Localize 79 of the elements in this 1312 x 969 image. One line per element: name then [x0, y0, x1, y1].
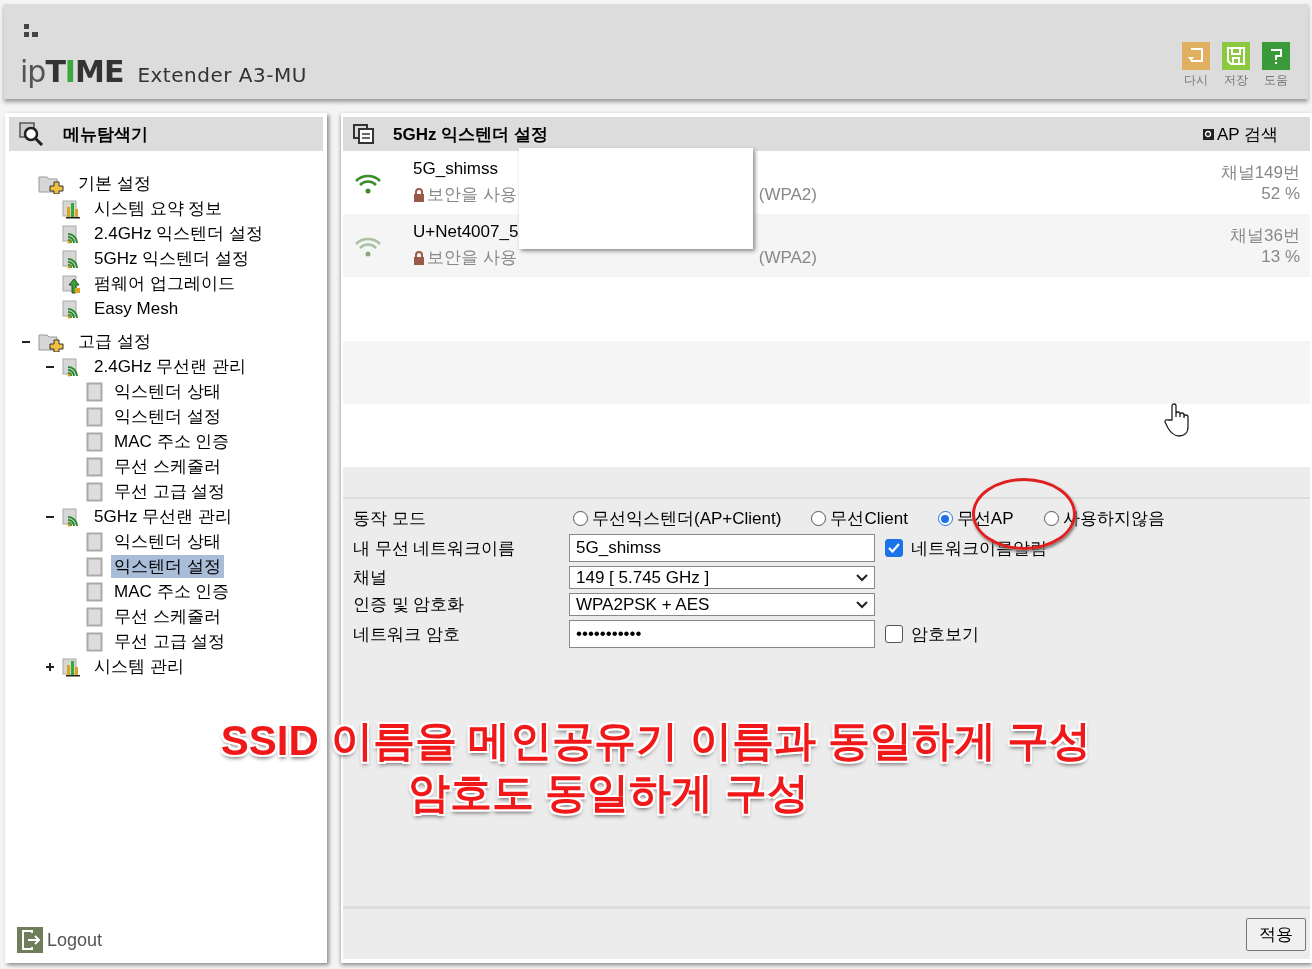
menu-item[interactable]: 고급 설정 — [75, 330, 154, 353]
password-field[interactable]: ••••••••••• — [569, 620, 875, 648]
radio-button[interactable] — [937, 511, 953, 526]
brand-logo: ipTIME — [20, 54, 124, 89]
menu-item[interactable]: MAC 주소 인증 — [111, 580, 233, 603]
page-icon — [86, 581, 104, 602]
page-icon — [86, 481, 104, 502]
help-icon — [1262, 42, 1290, 70]
field-label: 인증 및 암호화 — [353, 594, 466, 616]
page-icon — [86, 431, 104, 452]
lock-icon — [413, 250, 425, 265]
page-icon — [86, 556, 104, 577]
menu-item[interactable]: 익스텐더 설정 — [111, 555, 224, 578]
panel-title: 5GHz 익스텐더 설정 — [393, 123, 548, 146]
network-name: U+Net4007_5 — [413, 222, 520, 243]
menu-item[interactable]: 2.4GHz 무선랜 관리 — [91, 355, 250, 378]
page-icon — [86, 456, 104, 477]
field-label: 채널 — [353, 567, 388, 589]
ssid-field[interactable]: 5G_shimss — [569, 534, 875, 562]
apply-button[interactable]: 적용 — [1246, 917, 1306, 951]
signal-percent: 13 % — [1261, 247, 1300, 268]
search-icon — [19, 122, 45, 146]
radio-button[interactable] — [573, 511, 588, 526]
lock-icon — [413, 187, 425, 202]
menu-item[interactable]: 펌웨어 업그레이드 — [91, 272, 238, 295]
radio-label[interactable]: 무선Client — [830, 507, 908, 530]
window-stack-icon — [353, 124, 375, 144]
channel-text: 채널36번 — [1230, 225, 1300, 248]
menu-item[interactable]: 5GHz 무선랜 관리 — [91, 505, 235, 528]
ap-search-link[interactable]: AP 검색 — [1216, 122, 1278, 146]
page-icon — [86, 631, 104, 652]
signal-percent: 52 % — [1261, 184, 1300, 205]
field-label: 내 무선 네트워크이름 — [353, 537, 517, 560]
logo-mark-icon — [24, 24, 40, 38]
model-name: Extender A3-MU — [137, 63, 307, 87]
menu-item[interactable]: 5GHz 익스텐더 설정 — [91, 247, 252, 270]
field-label: 동작 모드 — [353, 508, 427, 530]
menu-item[interactable]: 익스텐더 상태 — [111, 530, 224, 553]
chevron-down-icon — [856, 600, 868, 609]
field-label: 네트워크 암호 — [353, 623, 461, 646]
annotation-text: 암호도 동일하게 구성 — [407, 768, 810, 818]
logout-icon[interactable] — [17, 927, 43, 953]
hand-cursor-icon — [1164, 402, 1190, 438]
menu-item[interactable]: 익스텐더 설정 — [111, 405, 224, 428]
menu-item[interactable]: 2.4GHz 익스텐더 설정 — [91, 222, 267, 245]
security-text: 보안을 사용 — [427, 247, 517, 270]
page-icon — [86, 406, 104, 427]
menu-item[interactable]: MAC 주소 인증 — [111, 430, 233, 453]
security-text: 보안을 사용 — [427, 184, 517, 207]
menu-item[interactable]: 무선 스케줄러 — [111, 455, 224, 478]
checkbox[interactable] — [885, 625, 903, 643]
menu-item[interactable]: 시스템 요약 정보 — [91, 197, 226, 220]
security-dropdown[interactable]: WPA2PSK + AES — [569, 593, 875, 616]
menu-item[interactable]: 무선 고급 설정 — [111, 480, 229, 503]
network-name: 5G_shimss — [413, 159, 500, 180]
menu-item[interactable]: 시스템 관리 — [91, 655, 187, 678]
logout-link[interactable]: Logout — [47, 929, 103, 951]
menu-item[interactable]: 기본 설정 — [75, 172, 154, 195]
menu-item[interactable]: 무선 고급 설정 — [111, 630, 229, 653]
page-icon — [86, 381, 104, 402]
annotation-text: SSID 이름을 메인공유기 이름과 동일하게 구성 — [220, 716, 1092, 766]
search-icon — [1202, 128, 1214, 140]
chevron-down-icon — [856, 573, 868, 582]
menu-item[interactable]: 무선 스케줄러 — [111, 605, 224, 628]
menu-item[interactable]: Easy Mesh — [91, 298, 182, 319]
security-text: (WPA2) — [758, 247, 817, 268]
page-icon — [86, 606, 104, 627]
channel-dropdown[interactable]: 149 [ 5.745 GHz ] — [569, 566, 875, 589]
network-row[interactable]: 5G_shimss 보안을 사용 (WPA2) 채널149번 52 % — [343, 151, 1310, 215]
checkbox[interactable] — [885, 539, 903, 557]
channel-text: 채널149번 — [1220, 162, 1300, 185]
menu-item[interactable]: 익스텐더 상태 — [111, 380, 224, 403]
radio-button[interactable] — [811, 511, 827, 526]
page-icon — [86, 531, 104, 552]
panel-title: 메뉴탐색기 — [63, 123, 148, 146]
security-text: (WPA2) — [758, 184, 817, 205]
radio-label[interactable]: 무선익스텐더(AP+Client) — [592, 507, 782, 530]
checkbox-label[interactable]: 암호보기 — [911, 622, 979, 646]
radio-button[interactable] — [1043, 511, 1059, 526]
